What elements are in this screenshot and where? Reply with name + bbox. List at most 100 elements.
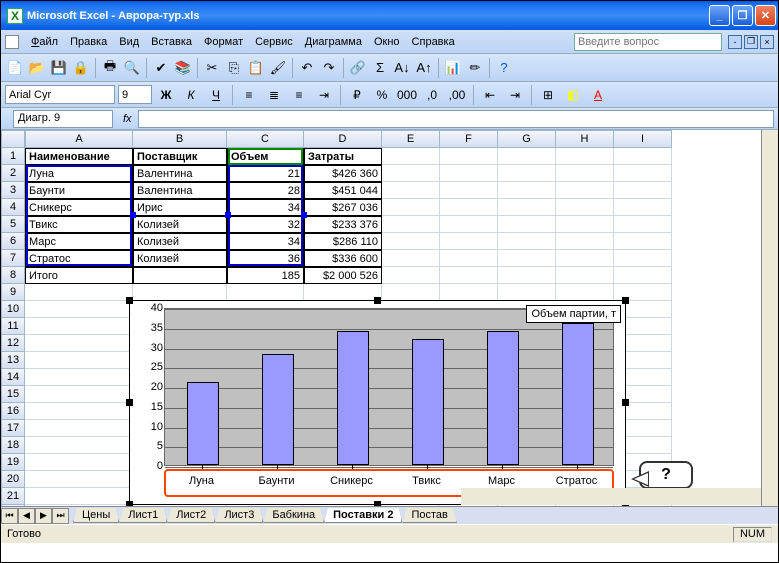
cell[interactable] — [614, 165, 672, 182]
row-header-20[interactable]: 20 — [1, 471, 25, 488]
cell[interactable] — [614, 216, 672, 233]
cell[interactable] — [614, 182, 672, 199]
cell[interactable]: Наименование — [25, 148, 133, 165]
tab-nav-next[interactable]: ▶ — [35, 508, 52, 524]
cut-icon[interactable]: ✂ — [202, 58, 222, 78]
cell[interactable]: Колизей — [133, 250, 227, 267]
cell[interactable]: $233 376 — [304, 216, 382, 233]
cell[interactable] — [25, 318, 133, 335]
cell[interactable] — [498, 165, 556, 182]
chart-bar[interactable] — [562, 323, 594, 465]
col-header-D[interactable]: D — [304, 130, 382, 148]
menu-insert[interactable]: Вставка — [145, 34, 198, 50]
row-header-2[interactable]: 2 — [1, 165, 25, 182]
sheet-tab[interactable]: Бабкина — [263, 508, 324, 523]
format-painter-icon[interactable]: 🖌 — [268, 58, 288, 78]
cell[interactable] — [25, 301, 133, 318]
currency-icon[interactable]: ₽ — [346, 85, 368, 105]
row-header-19[interactable]: 19 — [1, 454, 25, 471]
cell[interactable]: Сникерс — [25, 199, 133, 216]
col-header-G[interactable]: G — [498, 130, 556, 148]
name-box[interactable]: Диагр. 9 — [13, 110, 113, 128]
cell[interactable] — [614, 199, 672, 216]
col-header-C[interactable]: C — [227, 130, 304, 148]
cell[interactable] — [440, 182, 498, 199]
drawing-icon[interactable]: ✏ — [465, 58, 485, 78]
cell[interactable]: Луна — [25, 165, 133, 182]
maximize-button[interactable]: ❐ — [732, 5, 753, 26]
cell[interactable]: Поставщик — [133, 148, 227, 165]
preview-icon[interactable]: 🔍 — [122, 58, 142, 78]
copy-icon[interactable]: ⎘ — [224, 58, 244, 78]
chart-bar[interactable] — [337, 331, 369, 465]
cell[interactable]: Ирис — [133, 199, 227, 216]
autosum-icon[interactable]: Σ — [370, 58, 390, 78]
row-header-12[interactable]: 12 — [1, 335, 25, 352]
row-header-15[interactable]: 15 — [1, 386, 25, 403]
tab-nav-last[interactable]: ⏭ — [52, 508, 69, 524]
research-icon[interactable]: 📚 — [173, 58, 193, 78]
fx-icon[interactable]: fx — [123, 113, 132, 125]
mdi-minimize[interactable]: - — [728, 35, 742, 49]
tab-nav-first[interactable]: ⏮ — [1, 508, 18, 524]
underline-button[interactable]: Ч — [205, 85, 227, 105]
cell[interactable] — [556, 182, 614, 199]
percent-icon[interactable]: % — [371, 85, 393, 105]
row-header-5[interactable]: 5 — [1, 216, 25, 233]
sheet-tab[interactable]: Поставки 2 — [324, 508, 402, 523]
cell[interactable] — [25, 386, 133, 403]
cell[interactable] — [25, 403, 133, 420]
resize-handle[interactable] — [622, 297, 629, 304]
menu-file[interactable]: Файл — [25, 34, 64, 50]
font-size-select[interactable]: 9 — [118, 85, 152, 104]
cell[interactable] — [498, 233, 556, 250]
chart-plot-area[interactable] — [164, 308, 614, 466]
font-name-select[interactable]: Arial Cyr — [5, 85, 115, 104]
cell[interactable] — [556, 165, 614, 182]
cell[interactable]: Затраты — [304, 148, 382, 165]
comma-icon[interactable]: 000 — [396, 85, 418, 105]
cell[interactable]: $2 000 526 — [304, 267, 382, 284]
cell[interactable]: Баунти — [25, 182, 133, 199]
dec-indent-icon[interactable]: ⇤ — [479, 85, 501, 105]
cell[interactable]: 21 — [227, 165, 304, 182]
cell[interactable] — [382, 284, 440, 301]
cell[interactable] — [382, 250, 440, 267]
select-all-corner[interactable] — [1, 130, 25, 148]
cell[interactable]: 34 — [227, 199, 304, 216]
cell[interactable]: 185 — [227, 267, 304, 284]
menu-diagram[interactable]: Диаграмма — [299, 34, 368, 50]
row-header-9[interactable]: 9 — [1, 284, 25, 301]
save-icon[interactable]: 💾 — [49, 58, 69, 78]
cell[interactable] — [440, 216, 498, 233]
row-header-8[interactable]: 8 — [1, 267, 25, 284]
resize-handle[interactable] — [622, 399, 629, 406]
cell[interactable] — [498, 148, 556, 165]
col-header-E[interactable]: E — [382, 130, 440, 148]
cell[interactable] — [304, 284, 382, 301]
fill-color-icon[interactable]: ◧ — [562, 85, 584, 105]
cell[interactable] — [382, 216, 440, 233]
cell[interactable] — [382, 233, 440, 250]
cell[interactable] — [498, 182, 556, 199]
row-header-4[interactable]: 4 — [1, 199, 25, 216]
merge-icon[interactable]: ⇥ — [313, 85, 335, 105]
cell[interactable]: $267 036 — [304, 199, 382, 216]
chart-bar[interactable] — [412, 339, 444, 465]
sheet-tab[interactable]: Постав — [402, 508, 456, 523]
sheet-tab[interactable]: Лист1 — [119, 508, 167, 523]
row-header-18[interactable]: 18 — [1, 437, 25, 454]
menu-window[interactable]: Окно — [368, 34, 406, 50]
embedded-chart[interactable]: 0510152025303540 Объем партии, т ЛунаБау… — [129, 300, 626, 505]
cell[interactable]: Валентина — [133, 182, 227, 199]
cell[interactable] — [25, 352, 133, 369]
col-header-I[interactable]: I — [614, 130, 672, 148]
cell[interactable]: Объем — [227, 148, 304, 165]
mdi-restore[interactable]: ❐ — [744, 35, 758, 49]
cell[interactable] — [25, 335, 133, 352]
col-header-B[interactable]: B — [133, 130, 227, 148]
cell[interactable] — [556, 267, 614, 284]
cell[interactable] — [440, 233, 498, 250]
cell[interactable]: Стратос — [25, 250, 133, 267]
vertical-scrollbar[interactable] — [761, 130, 778, 506]
